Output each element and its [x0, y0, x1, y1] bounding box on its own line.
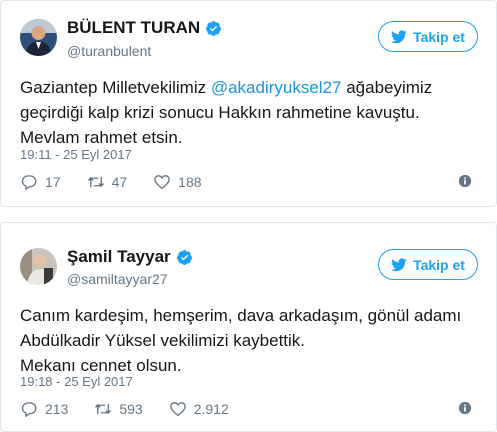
retweet-button[interactable]: 593	[94, 400, 143, 418]
follow-button[interactable]: Takip et	[378, 249, 478, 280]
mention-link[interactable]: @akadiryuksel27	[211, 78, 342, 97]
verified-icon	[206, 20, 222, 36]
display-name-text[interactable]: BÜLENT TURAN	[67, 18, 200, 38]
tweet-actions: 213 593 2.912	[20, 399, 478, 419]
retweet-icon	[87, 176, 104, 188]
like-button[interactable]: 188	[153, 173, 202, 191]
avatar[interactable]	[20, 19, 57, 56]
info-icon[interactable]	[458, 174, 472, 188]
retweet-count: 593	[119, 401, 143, 417]
reply-icon	[21, 402, 37, 418]
handle[interactable]: @samiltayyar27	[67, 271, 168, 287]
retweet-icon	[95, 403, 112, 415]
timestamp[interactable]: 19:11 - 25 Eyl 2017	[20, 147, 132, 162]
display-name[interactable]: Şamil Tayyar	[67, 247, 193, 267]
info-icon[interactable]	[458, 401, 472, 415]
follow-button[interactable]: Takip et	[378, 21, 478, 52]
display-name-text[interactable]: Şamil Tayyar	[67, 247, 171, 267]
tweet-embed-stack: BÜLENT TURAN @turanbulent Takip et Gazia…	[0, 0, 497, 432]
reply-count: 213	[45, 401, 69, 417]
display-name[interactable]: BÜLENT TURAN	[67, 18, 222, 38]
twitter-bird-icon	[391, 29, 407, 43]
verified-icon	[176, 249, 192, 265]
follow-label: Takip et	[413, 256, 465, 273]
reply-count: 17	[45, 174, 61, 190]
tweet-card[interactable]: Şamil Tayyar @samiltayyar27 Takip et Can…	[0, 222, 497, 432]
like-count: 2.912	[193, 401, 229, 417]
follow-label: Takip et	[413, 28, 465, 45]
heart-icon	[154, 175, 170, 190]
handle[interactable]: @turanbulent	[67, 43, 151, 59]
timestamp[interactable]: 19:18 - 25 Eyl 2017	[20, 374, 133, 389]
tweet-text-part: Gaziantep Milletvekilimiz	[20, 78, 211, 97]
reply-button[interactable]: 213	[20, 400, 68, 418]
tweet-text: Canım kardeşim, hemşerim, dava arkadaşım…	[20, 303, 478, 378]
avatar[interactable]	[20, 248, 57, 285]
retweet-button[interactable]: 47	[87, 173, 128, 191]
retweet-count: 47	[111, 174, 128, 190]
like-button[interactable]: 2.912	[169, 400, 229, 418]
reply-icon	[21, 175, 37, 191]
reply-button[interactable]: 17	[20, 173, 61, 191]
like-count: 188	[178, 174, 202, 190]
tweet-text-line: Abdülkadir Yüksel vekilimizi kaybettik.	[20, 331, 306, 350]
twitter-bird-icon	[391, 257, 407, 271]
tweet-card[interactable]: BÜLENT TURAN @turanbulent Takip et Gazia…	[0, 0, 497, 207]
heart-icon	[169, 402, 186, 417]
tweet-text: Gaziantep Milletvekilimiz @akadiryuksel2…	[20, 75, 478, 150]
tweet-text-line: Canım kardeşim, hemşerim, dava arkadaşım…	[20, 306, 462, 325]
tweet-actions: 17 47 188	[20, 172, 478, 192]
